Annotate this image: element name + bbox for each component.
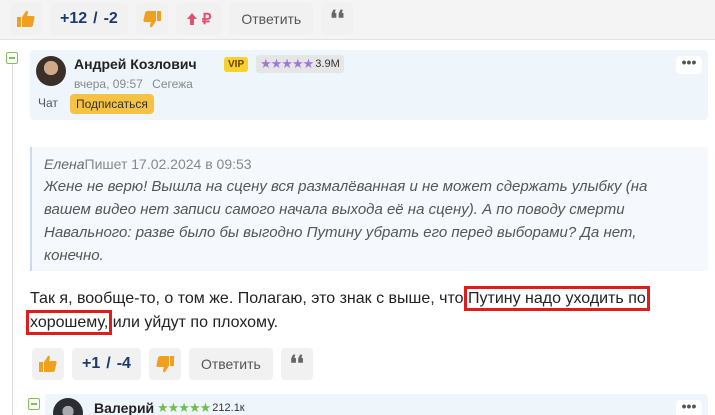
comment-text-part2: или уйдут по плохому. (108, 314, 279, 331)
thumbs-up-icon (39, 355, 57, 372)
ruble-icon: ₽ (201, 11, 212, 28)
quote-header: ЕленаПишет 17.02.2024 в 09:53 (44, 155, 696, 173)
quote-text: Жене не верю! Вышла на сцену вся размалё… (44, 178, 648, 264)
child-rating-count: 212.1к (212, 402, 245, 414)
quote-button[interactable]: ❛❛ (321, 3, 354, 35)
thumbs-down-icon (143, 11, 161, 28)
score-minus: -4 (116, 355, 131, 372)
vip-badge: VIP (224, 57, 249, 72)
dislike-button[interactable] (135, 3, 168, 35)
more-options-button[interactable]: ••• (676, 55, 702, 74)
comment-meta: вчера, 09:57 Сегежа (74, 77, 193, 91)
donate-button[interactable]: ₽ (175, 3, 222, 35)
quote-icon: ❛❛ (289, 351, 304, 377)
quote-button[interactable]: ❛❛ (280, 348, 313, 380)
score-separator: / (93, 10, 98, 27)
quote-author[interactable]: Елена (44, 156, 85, 172)
user-rating: ★★★★★ 3.9M (256, 55, 344, 73)
child-collapse-toggle[interactable] (28, 398, 40, 410)
author-name[interactable]: Андрей Козлович (74, 56, 197, 72)
child-author-name[interactable]: Валерий (94, 400, 154, 415)
arrow-up-icon (186, 13, 197, 25)
thumbs-down-icon (156, 356, 174, 373)
child-avatar[interactable] (53, 398, 83, 415)
child-comment-header: Валерий ★★★★★ 212.1к ••• (45, 394, 708, 415)
reply-button[interactable]: Ответить (229, 3, 314, 35)
highlighted-phrase-1: Путину надо уходить по (463, 286, 650, 311)
chat-link[interactable]: Чат (38, 96, 58, 110)
dislike-button[interactable] (148, 348, 181, 380)
quoted-message: ЕленаПишет 17.02.2024 в 09:53 Жене не ве… (30, 147, 708, 271)
avatar[interactable] (36, 56, 66, 86)
comment-body: Так я, вообще-то, о том же. Полагаю, это… (25, 286, 670, 335)
score-minus: -2 (103, 10, 118, 27)
score-plus: +12 (60, 10, 88, 27)
thumbs-up-icon (17, 10, 35, 27)
child-rating-stars-icon: ★★★★★ (157, 400, 211, 415)
score-display: +1 / -4 (72, 348, 141, 380)
rating-stars-icon: ★★★★★ (260, 56, 314, 71)
score-display: +12 / -2 (50, 3, 128, 35)
score-plus: +1 (82, 355, 101, 372)
comment-header: Андрей Козлович VIP ★★★★★ 3.9M вчера, 09… (30, 50, 708, 120)
comment-tree-line (12, 58, 13, 415)
subscribe-button[interactable]: Подписаться (70, 94, 154, 114)
author-location: Сегежа (152, 77, 193, 91)
reply-button[interactable]: Ответить (188, 348, 273, 380)
comment-time[interactable]: вчера, 09:57 (74, 77, 143, 91)
comment-text-part1: Так я, вообще-то, о том же. Полагаю, это… (30, 290, 468, 307)
like-button[interactable] (32, 348, 64, 380)
previous-comment-toolbar: +12 / -2 ₽ Ответить ❛❛ (10, 3, 361, 35)
comment-toolbar: +1 / -4 Ответить ❛❛ (32, 348, 321, 380)
quote-date: Пишет 17.02.2024 в 09:53 (84, 156, 252, 172)
quote-icon: ❛❛ (330, 6, 345, 32)
rating-count: 3.9M (315, 58, 340, 70)
child-user-rating: ★★★★★ 212.1к (157, 400, 245, 415)
score-separator: / (106, 355, 111, 372)
collapse-toggle[interactable] (6, 52, 18, 64)
child-more-options-button[interactable]: ••• (676, 399, 702, 415)
highlighted-phrase-2: хорошему, (25, 310, 113, 335)
like-button[interactable] (10, 3, 42, 35)
